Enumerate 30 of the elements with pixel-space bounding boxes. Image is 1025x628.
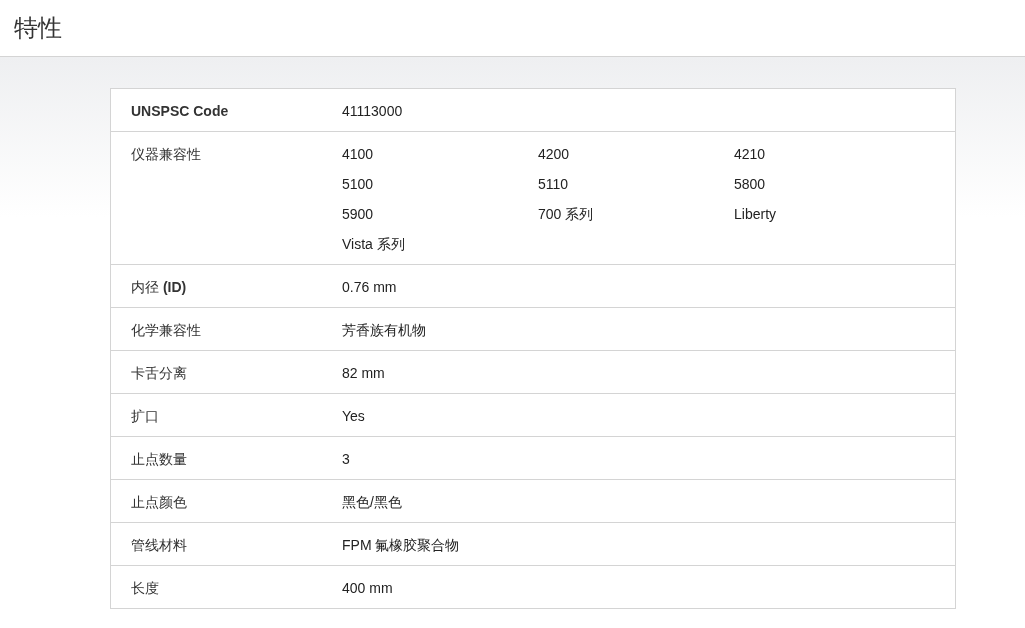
property-label: 化学兼容性: [131, 321, 202, 340]
property-value: 芳香族有机物: [342, 321, 427, 340]
property-label: UNSPSC Code: [131, 102, 230, 121]
property-label: 卡舌分离: [131, 364, 188, 383]
property-value: 4210: [734, 145, 767, 164]
property-label: 扩口: [131, 407, 160, 426]
property-label: 管线材料: [131, 536, 188, 555]
property-label: 止点颜色: [131, 493, 188, 512]
property-value: FPM 氟橡胶聚合物: [342, 536, 461, 555]
property-value: 4200: [538, 145, 571, 164]
property-value: Liberty: [734, 205, 778, 224]
property-value: 82 mm: [342, 364, 386, 383]
property-label: 内径 (ID): [131, 278, 188, 297]
property-value: 5100: [342, 175, 375, 194]
property-value: 5900: [342, 205, 375, 224]
property-value: Yes: [342, 407, 366, 426]
property-value: 3: [342, 450, 351, 469]
property-label: 止点数量: [131, 450, 188, 469]
property-label: 长度: [131, 579, 160, 598]
page-title: 特性: [14, 13, 62, 43]
property-value: 0.76 mm: [342, 278, 398, 297]
property-value: Vista 系列: [342, 235, 406, 254]
property-value: 41113000: [342, 102, 404, 121]
property-label: 仪器兼容性: [131, 145, 202, 164]
property-value: 黑色/黑色: [342, 493, 403, 512]
property-value: 5110: [538, 175, 570, 194]
property-value: 4100: [342, 145, 375, 164]
property-value: 400 mm: [342, 579, 394, 598]
property-value: 700 系列: [538, 205, 595, 224]
property-value: 5800: [734, 175, 767, 194]
